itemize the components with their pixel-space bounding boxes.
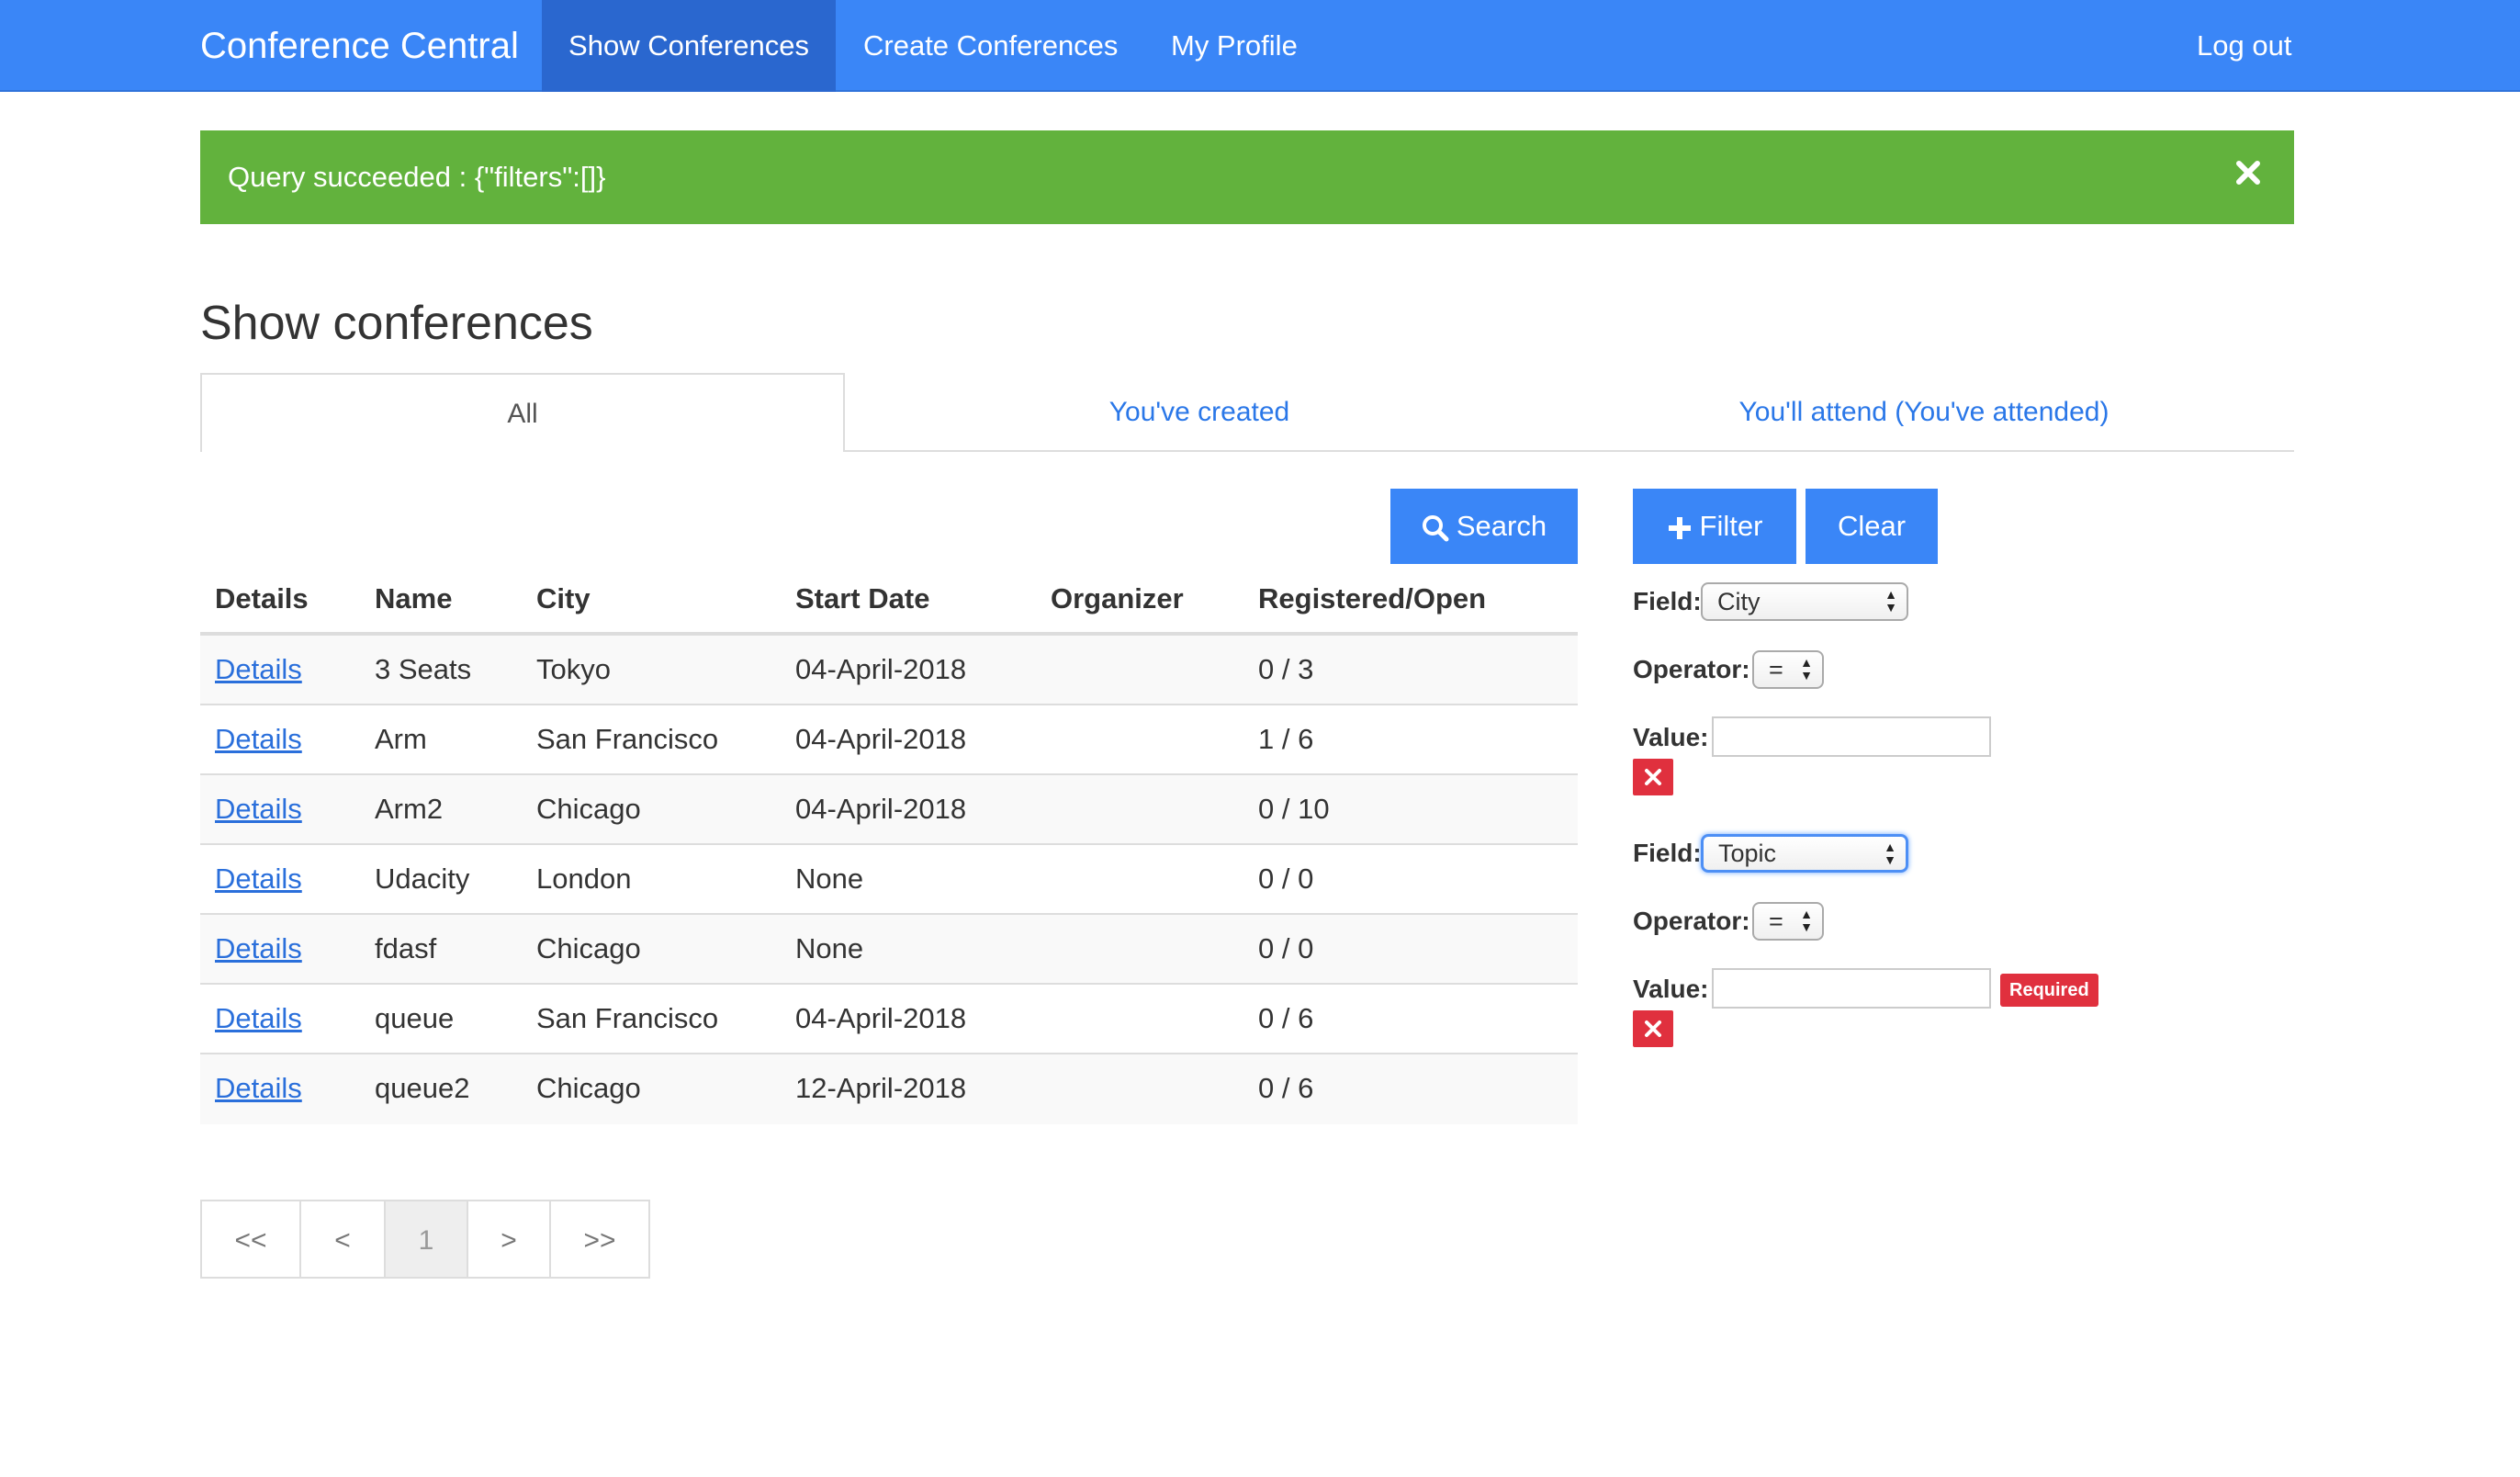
cell-name: queue2 (375, 1072, 470, 1104)
header-registered-open: Registered/Open (1258, 582, 1487, 614)
page-first-button[interactable]: << (200, 1200, 301, 1279)
filter-2-operator-select[interactable]: = ▲ ▼ (1752, 902, 1824, 941)
filter-1-field-label: Field: (1633, 587, 1702, 615)
required-badge: Required (2000, 974, 2098, 1007)
cell-start-date: 04-April-2018 (795, 793, 967, 825)
filter-2-operator-value: = (1769, 908, 1783, 935)
header-name: Name (375, 582, 453, 614)
cell-city: San Francisco (536, 1002, 719, 1034)
cell-name: 3 Seats (375, 653, 472, 685)
nav-my-profile[interactable]: My Profile (1171, 0, 1298, 92)
close-icon (1645, 769, 1661, 785)
cell-name: queue (375, 1002, 455, 1034)
close-icon (1645, 1020, 1661, 1037)
cell-start-date: None (795, 863, 864, 895)
filter-1-operator-select[interactable]: = ▲ ▼ (1752, 650, 1824, 689)
filter-2-field-label: Field: (1633, 839, 1702, 867)
plus-icon (1668, 516, 1691, 539)
nav-show-conferences[interactable]: Show Conferences (542, 0, 836, 92)
cell-name: Arm2 (375, 793, 444, 825)
cell-registered-open: 0 / 6 (1258, 1072, 1314, 1104)
header-details: Details (215, 582, 309, 614)
page-next-button[interactable]: > (467, 1200, 551, 1279)
clear-button[interactable]: Clear (1806, 489, 1938, 564)
filter-1-remove-button[interactable] (1633, 759, 1673, 795)
add-filter-button[interactable]: Filter (1633, 489, 1796, 564)
details-link[interactable]: Details (215, 705, 302, 773)
cell-start-date: 04-April-2018 (795, 723, 967, 755)
table-row: Details Arm San Francisco 04-April-2018 … (200, 705, 1578, 775)
search-icon (1422, 514, 1449, 542)
select-arrows-icon: ▲ ▼ (1884, 587, 1897, 614)
filter-1-field-value: City (1717, 588, 1761, 615)
page-title: Show conferences (200, 297, 593, 350)
table-row: Details Udacity London None 0 / 0 (200, 845, 1578, 915)
filter-2-field-value: Topic (1718, 840, 1777, 867)
cell-registered-open: 0 / 0 (1258, 863, 1314, 895)
filter-2-value-input[interactable] (1712, 968, 1991, 1009)
cell-city: Chicago (536, 1072, 641, 1104)
details-link[interactable]: Details (215, 915, 302, 983)
page-last-button[interactable]: >> (549, 1200, 650, 1279)
select-arrows-icon: ▲ ▼ (1884, 840, 1896, 867)
cell-city: London (536, 863, 632, 895)
cell-start-date: 04-April-2018 (795, 653, 967, 685)
logout-link[interactable]: Log out (2197, 0, 2291, 92)
filter-2-operator-label: Operator: (1633, 907, 1750, 935)
success-alert: Query succeeded : {"filters":[]} (200, 130, 2294, 224)
header-start-date: Start Date (795, 582, 930, 614)
details-link[interactable]: Details (215, 845, 302, 913)
details-link[interactable]: Details (215, 636, 302, 704)
cell-city: San Francisco (536, 723, 719, 755)
cell-city: Chicago (536, 932, 641, 964)
page-current-button[interactable]: 1 (384, 1200, 468, 1279)
cell-name: fdasf (375, 932, 437, 964)
search-button[interactable]: Search (1390, 489, 1578, 564)
cell-start-date: 04-April-2018 (795, 1002, 967, 1034)
page-prev-button[interactable]: < (299, 1200, 386, 1279)
brand-link[interactable]: Conference Central (200, 0, 519, 92)
details-link[interactable]: Details (215, 775, 302, 843)
cell-registered-open: 0 / 0 (1258, 932, 1314, 964)
filter-1-operator-value: = (1769, 656, 1783, 683)
nav-create-conferences[interactable]: Create Conferences (863, 0, 1118, 92)
top-navbar: Conference Central Show Conferences Crea… (0, 0, 2520, 92)
select-arrows-icon: ▲ ▼ (1800, 907, 1813, 934)
cell-start-date: None (795, 932, 864, 964)
cell-city: Chicago (536, 793, 641, 825)
tab-all[interactable]: All (200, 373, 845, 452)
header-city: City (536, 582, 591, 614)
tab-created[interactable]: You've created (845, 373, 1554, 452)
cell-name: Arm (375, 723, 427, 755)
filter-2-field-select[interactable]: Topic ▲ ▼ (1701, 834, 1908, 873)
cell-name: Udacity (375, 863, 470, 895)
filter-2-value-label: Value: (1633, 975, 1709, 1003)
table-row: Details queue San Francisco 04-April-201… (200, 985, 1578, 1054)
close-icon[interactable] (2230, 154, 2267, 191)
details-link[interactable]: Details (215, 1054, 302, 1122)
cell-registered-open: 0 / 3 (1258, 653, 1314, 685)
alert-message: Query succeeded : {"filters":[]} (228, 161, 606, 193)
header-organizer: Organizer (1051, 582, 1184, 614)
filter-2-remove-button[interactable] (1633, 1010, 1673, 1047)
tab-attend[interactable]: You'll attend (You've attended) (1554, 373, 2294, 452)
table-row: Details Arm2 Chicago 04-April-2018 0 / 1… (200, 775, 1578, 845)
table-row: Details fdasf Chicago None 0 / 0 (200, 915, 1578, 985)
filter-1-value-label: Value: (1633, 723, 1709, 751)
search-button-label: Search (1456, 510, 1547, 542)
filter-1-value-input[interactable] (1712, 716, 1991, 757)
filter-button-label: Filter (1699, 510, 1763, 542)
filter-1-field-select[interactable]: City ▲ ▼ (1701, 582, 1908, 621)
cell-start-date: 12-April-2018 (795, 1072, 967, 1104)
cell-registered-open: 1 / 6 (1258, 723, 1314, 755)
details-link[interactable]: Details (215, 985, 302, 1053)
select-arrows-icon: ▲ ▼ (1800, 655, 1813, 682)
table-row: Details 3 Seats Tokyo 04-April-2018 0 / … (200, 636, 1578, 705)
table-row: Details queue2 Chicago 12-April-2018 0 /… (200, 1054, 1578, 1124)
cell-city: Tokyo (536, 653, 611, 685)
cell-registered-open: 0 / 10 (1258, 793, 1330, 825)
filter-1-operator-label: Operator: (1633, 655, 1750, 683)
cell-registered-open: 0 / 6 (1258, 1002, 1314, 1034)
